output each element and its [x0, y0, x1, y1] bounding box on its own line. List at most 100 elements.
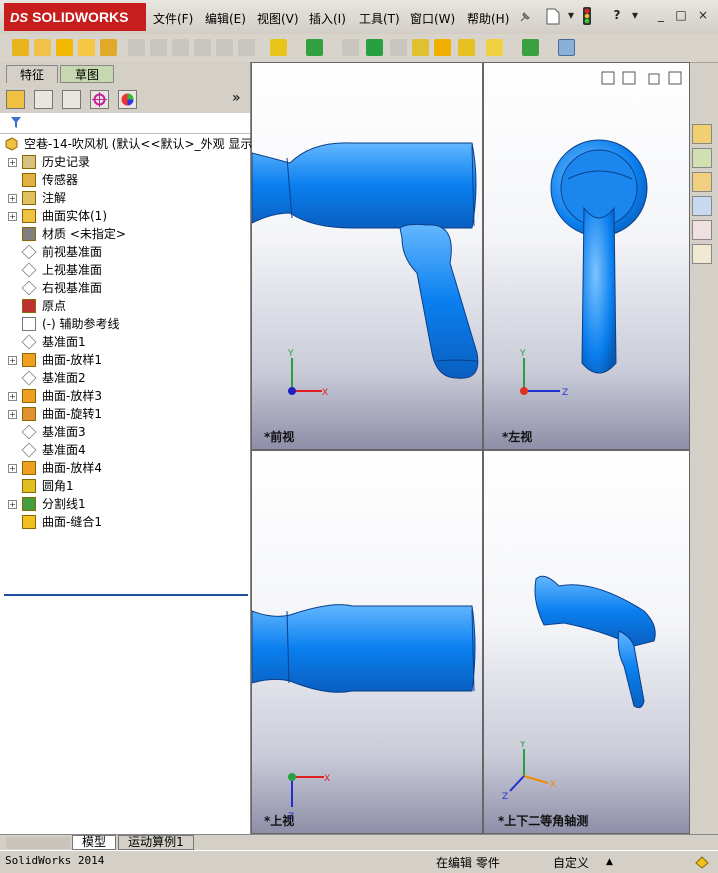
status-units[interactable]: 自定义	[553, 854, 589, 871]
filter-row[interactable]	[0, 113, 250, 134]
tab-sketch[interactable]: 草图	[60, 65, 114, 83]
delete-face-icon[interactable]	[238, 39, 255, 56]
expand-toggle-icon[interactable]: +	[8, 356, 17, 365]
close-button[interactable]: ×	[696, 8, 710, 22]
minimize-button[interactable]: _	[654, 8, 668, 22]
tab-model[interactable]: 模型	[72, 835, 116, 850]
menu-file[interactable]: 文件(F)	[153, 10, 193, 27]
curves-icon[interactable]	[522, 39, 539, 56]
propertymanager-icon[interactable]	[34, 90, 53, 109]
pattern-icon[interactable]	[306, 39, 323, 56]
tree-item-label: 右视基准面	[42, 281, 103, 295]
knit-surface-icon[interactable]	[366, 39, 383, 56]
filter-icon[interactable]	[10, 116, 22, 130]
new-dropdown-icon[interactable]: ▾	[564, 8, 578, 22]
tree-item[interactable]: + 历史记录	[0, 153, 250, 171]
pin-icon[interactable]	[518, 10, 532, 24]
menu-tools[interactable]: 工具(T)	[359, 10, 400, 27]
tree-item[interactable]: + 曲面-放样3	[0, 387, 250, 405]
revolved-surface-icon[interactable]	[34, 39, 51, 56]
thicken-icon[interactable]	[390, 39, 407, 56]
expand-panel-icon[interactable]: »	[232, 90, 241, 106]
tree-item[interactable]: 基准面3	[0, 423, 250, 441]
tree-item[interactable]: 前视基准面	[0, 243, 250, 261]
menu-insert[interactable]: 插入(I)	[309, 10, 346, 27]
tree-item[interactable]: + 注解	[0, 189, 250, 207]
new-document-icon[interactable]	[546, 8, 560, 25]
featuremanager-tree-icon[interactable]	[6, 90, 25, 109]
appearances-icon[interactable]	[692, 220, 712, 240]
rebuild-traffic-light-icon[interactable]	[582, 7, 592, 25]
tree-item[interactable]: 原点	[0, 297, 250, 315]
expand-toggle-icon[interactable]: +	[8, 212, 17, 221]
move-face-icon[interactable]	[458, 39, 475, 56]
tab-scroll-buttons[interactable]	[6, 837, 70, 849]
extend-surface-icon[interactable]	[342, 39, 359, 56]
fillet-icon[interactable]	[270, 39, 287, 56]
tree-item[interactable]: 曲面-缝合1	[0, 513, 250, 531]
expand-toggle-icon[interactable]: +	[8, 500, 17, 509]
file-explorer-icon[interactable]	[692, 172, 712, 192]
viewport-isometric[interactable]: Y X Z *上下二等角轴测	[483, 450, 690, 834]
tree-item[interactable]: 圆角1	[0, 477, 250, 495]
view-heads-up-toolbar[interactable]	[262, 66, 482, 86]
plane-icon	[21, 442, 37, 458]
dimxpertmanager-icon[interactable]	[90, 90, 109, 109]
custom-properties-icon[interactable]	[692, 244, 712, 264]
view-palette-icon[interactable]	[692, 196, 712, 216]
viewport-front[interactable]: YX *前视	[251, 62, 483, 450]
quick-tips-icon[interactable]	[694, 855, 710, 869]
expand-toggle-icon[interactable]: +	[8, 194, 17, 203]
expand-toggle-icon[interactable]: +	[8, 410, 17, 419]
tree-item[interactable]: 材质 <未指定>	[0, 225, 250, 243]
radiate-surface-icon[interactable]	[216, 39, 233, 56]
viewport-window-controls[interactable]	[601, 71, 685, 87]
tree-root[interactable]: 空巷-14-吹风机 (默认<<默认>_外观 显示	[0, 135, 252, 153]
svg-text:Z: Z	[502, 792, 508, 801]
tree-item[interactable]: 传感器	[0, 171, 250, 189]
solidworks-logo[interactable]: DS SOLIDWORKS	[4, 3, 146, 31]
viewport-top[interactable]: XZ *上视	[251, 450, 483, 834]
tree-item[interactable]: 基准面1	[0, 333, 250, 351]
solidworks-resources-icon[interactable]	[692, 124, 712, 144]
planar-surface-icon[interactable]	[150, 39, 167, 56]
configurationmanager-icon[interactable]	[62, 90, 81, 109]
units-arrow-icon[interactable]: ▲	[606, 857, 613, 867]
tree-item[interactable]: + 曲面-放样1	[0, 351, 250, 369]
help-dropdown-icon[interactable]: ▾	[628, 8, 642, 22]
boundary-surface-icon[interactable]	[100, 39, 117, 56]
menu-view[interactable]: 视图(V)	[257, 10, 299, 27]
restore-button[interactable]: □	[674, 8, 688, 22]
fill-surface-icon[interactable]	[128, 39, 145, 56]
expand-toggle-icon[interactable]: +	[8, 464, 17, 473]
swept-surface-icon[interactable]	[56, 39, 73, 56]
displaymanager-icon[interactable]	[118, 90, 137, 109]
expand-toggle-icon[interactable]: +	[8, 158, 17, 167]
tree-item[interactable]: + 曲面-放样4	[0, 459, 250, 477]
expand-toggle-icon[interactable]: +	[8, 392, 17, 401]
extruded-surface-icon[interactable]	[12, 39, 29, 56]
tab-motion-study[interactable]: 运动算例1	[118, 835, 194, 850]
menu-window[interactable]: 窗口(W)	[410, 10, 455, 27]
replace-face-icon[interactable]	[434, 39, 451, 56]
menu-help[interactable]: 帮助(H)	[467, 10, 509, 27]
cut-with-surface-icon[interactable]	[412, 39, 429, 56]
tree-item[interactable]: 右视基准面	[0, 279, 250, 297]
menu-edit[interactable]: 编辑(E)	[205, 10, 246, 27]
ruled-surface-icon[interactable]	[194, 39, 211, 56]
help-button[interactable]: ?	[610, 8, 624, 22]
offset-surface-icon[interactable]	[172, 39, 189, 56]
instant3d-icon[interactable]	[558, 39, 575, 56]
tree-item[interactable]: 上视基准面	[0, 261, 250, 279]
tree-item[interactable]: (-) 辅助参考线	[0, 315, 250, 333]
lofted-surface-icon[interactable]	[78, 39, 95, 56]
tree-item[interactable]: + 分割线1	[0, 495, 250, 513]
tree-item[interactable]: + 曲面实体(1)	[0, 207, 250, 225]
design-library-icon[interactable]	[692, 148, 712, 168]
tree-item[interactable]: 基准面4	[0, 441, 250, 459]
reference-geometry-icon[interactable]	[486, 39, 503, 56]
tree-item[interactable]: + 曲面-旋转1	[0, 405, 250, 423]
tree-item[interactable]: 基准面2	[0, 369, 250, 387]
viewport-left[interactable]: YZ *左视	[483, 62, 690, 450]
tab-features[interactable]: 特征	[6, 65, 58, 83]
